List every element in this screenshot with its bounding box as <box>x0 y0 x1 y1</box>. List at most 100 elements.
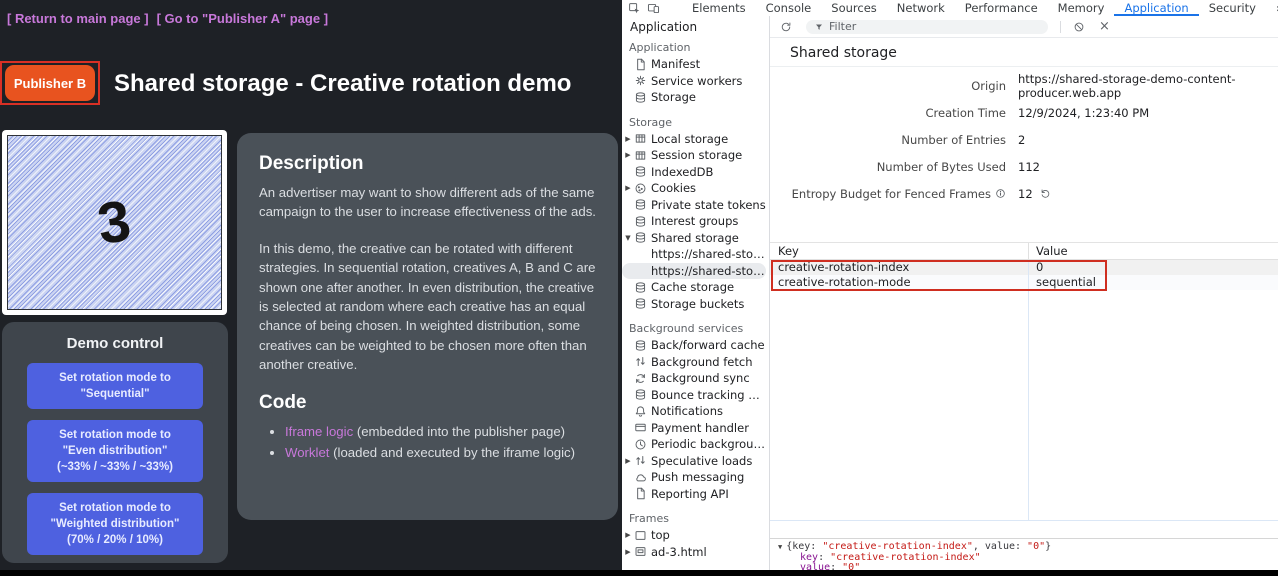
sidebar-item-periodic-background-s[interactable]: Periodic background s… <box>622 436 769 453</box>
demo-control-panel: Demo control Set rotation mode to"Sequen… <box>2 322 228 563</box>
chevron-right-icon[interactable]: ▶ <box>622 184 634 192</box>
meta-value-origin: https://shared-storage-demo-content-prod… <box>1018 72 1278 99</box>
device-toolbar-icon[interactable] <box>647 2 660 15</box>
column-header-value[interactable]: Value <box>1028 243 1278 260</box>
sidebar-item-reporting-api[interactable]: Reporting API <box>622 486 769 503</box>
preview-token: } <box>1045 541 1051 552</box>
tab-memory[interactable]: Memory <box>1048 0 1115 16</box>
chevron-right-icon[interactable]: ▶ <box>622 548 634 556</box>
code-item-text: (loaded and executed by the iframe logic… <box>329 445 575 460</box>
sidebar-item-local-storage[interactable]: ▶Local storage <box>622 131 769 148</box>
demo-control-title: Demo control <box>2 335 228 352</box>
devtools-main-panel: Filter × Shared storage Originhttps://sh… <box>770 16 1278 570</box>
expand-triangle-icon[interactable]: ▼ <box>778 543 782 551</box>
key-value-grid: Key Value creative-rotation-index0creati… <box>770 242 1278 521</box>
tab-elements[interactable]: Elements <box>682 0 756 16</box>
sidebar-item-cookies[interactable]: ▶Cookies <box>622 180 769 197</box>
publisher-badge[interactable]: Publisher B <box>5 65 95 101</box>
chevron-down-icon[interactable]: ▼ <box>622 234 634 242</box>
sidebar-item-speculative-loads[interactable]: ▶ Speculative loads <box>622 453 769 470</box>
column-header-key[interactable]: Key <box>770 243 1028 260</box>
tab-sources[interactable]: Sources <box>821 0 887 16</box>
tab-security[interactable]: Security <box>1199 0 1266 16</box>
sidebar-item-label: Service workers <box>651 74 742 88</box>
publisher-page: [ Return to main page ] [ Go to "Publishe… <box>0 0 622 570</box>
sidebar-item-label: Shared storage <box>651 231 739 245</box>
filter-input[interactable]: Filter <box>806 20 1048 34</box>
sidebar-item-session-storage[interactable]: ▶Session storage <box>622 147 769 164</box>
sidebar-item-storage[interactable]: Storage <box>622 89 769 106</box>
preview-entries: key: "creative-rotation-index"value: "0" <box>778 553 1278 571</box>
info-icon[interactable] <box>995 188 1006 199</box>
meta-value-number-of-bytes-used: 112 <box>1018 153 1278 180</box>
sidebar-item-ad-3-html[interactable]: ▶ad-3.html <box>622 544 769 561</box>
sidebar-item-bounce-tracking-mitiga[interactable]: Bounce tracking mitiga… <box>622 387 769 404</box>
preview-entry-value: "0" <box>842 562 860 570</box>
meta-label-text: Entropy Budget for Fenced Frames <box>792 187 991 201</box>
meta-label-number-of-entries: Number of Entries <box>770 126 1006 153</box>
rotation-mode-button-2[interactable]: Set rotation mode to"Even distribution"(… <box>27 420 203 482</box>
sidebar-item-manifest[interactable]: Manifest <box>622 56 769 73</box>
inspect-icon[interactable] <box>628 2 641 15</box>
ad-creative-frame: 3 <box>2 130 227 315</box>
rotation-mode-button-1[interactable]: Set rotation mode to"Sequential" <box>27 363 203 409</box>
page-title: Shared storage - Creative rotation demo <box>114 70 571 98</box>
meta-value-text: 12 <box>1018 187 1033 201</box>
sidebar-item-label: https://shared-storage-d… <box>651 247 769 261</box>
sidebar-item-shared-storage[interactable]: ▼ Shared storage <box>622 230 769 247</box>
sidebar-item-https-shared-storage-d[interactable]: https://shared-storage-d… <box>622 263 766 280</box>
preview-token: "0" <box>1027 541 1045 552</box>
chevron-right-icon[interactable]: ▶ <box>622 151 634 159</box>
nav-link-return-to-main-page[interactable]: [ Return to main page ] <box>7 11 149 26</box>
sidebar-item-service-workers[interactable]: Service workers <box>622 73 769 90</box>
chevron-right-icon[interactable]: ▶ <box>622 531 634 539</box>
sidebar-item-back-forward-cache[interactable]: Back/forward cache <box>622 337 769 354</box>
tab-console[interactable]: Console <box>756 0 822 16</box>
creative-number: 3 <box>94 187 135 258</box>
table-row[interactable]: creative-rotation-index0 <box>770 260 1278 275</box>
delete-icon[interactable]: × <box>1099 19 1110 35</box>
iframe-logic-link[interactable]: Iframe logic <box>285 424 353 439</box>
sidebar-item-label: Speculative loads <box>651 454 752 468</box>
sidebar-item-top[interactable]: ▶top <box>622 527 769 544</box>
reset-budget-icon[interactable] <box>1040 188 1051 199</box>
nav-links: [ Return to main page ] [ Go to "Publishe… <box>7 11 336 26</box>
sidebar-item-private-state-tokens[interactable]: Private state tokens <box>622 197 769 214</box>
tab-more[interactable]: » <box>1266 0 1278 16</box>
preview-colon: : <box>818 552 830 563</box>
worklet-link[interactable]: Worklet <box>285 445 329 460</box>
preview-colon: : <box>830 562 842 570</box>
meta-label-creation-time: Creation Time <box>770 99 1006 126</box>
sidebar-item-cache-storage[interactable]: Cache storage <box>622 279 769 296</box>
devtools-body: Application ApplicationManifestService w… <box>622 16 1278 570</box>
demo-buttons: Set rotation mode to"Sequential" Set rota… <box>2 363 228 555</box>
sidebar-item-payment-handler[interactable]: Payment handler <box>622 420 769 437</box>
sidebar-item-https-shared-storage-d[interactable]: https://shared-storage-d… <box>622 246 769 263</box>
sidebar-item-background-fetch[interactable]: Background fetch <box>622 354 769 371</box>
code-item: Iframe logic (embedded into the publishe… <box>285 422 596 442</box>
sidebar-item-background-sync[interactable]: Background sync <box>622 370 769 387</box>
tab-network[interactable]: Network <box>887 0 955 16</box>
sidebar-item-indexeddb[interactable]: IndexedDB <box>622 164 769 181</box>
grid-header: Key Value <box>770 243 1278 260</box>
devtools-tabs: ElementsConsoleSourcesNetworkPerformance… <box>682 0 1278 16</box>
table-row[interactable]: creative-rotation-modesequential <box>770 275 1278 290</box>
sidebar-item-notifications[interactable]: Notifications <box>622 403 769 420</box>
meta-label-origin: Origin <box>770 72 1006 99</box>
sidebar-item-push-messaging[interactable]: Push messaging <box>622 469 769 486</box>
tab-application[interactable]: Application <box>1114 0 1198 16</box>
refresh-icon[interactable] <box>780 21 792 33</box>
bell-icon <box>634 405 651 418</box>
rotation-mode-button-3[interactable]: Set rotation mode to"Weighted distributi… <box>27 493 203 555</box>
nav-link-go-to-publisher-a-page[interactable]: [ Go to "Publisher A" page ] <box>157 11 328 26</box>
chevron-right-icon[interactable]: ▶ <box>622 135 634 143</box>
preview-entry-name: key <box>800 552 818 563</box>
sidebar-item-interest-groups[interactable]: Interest groups <box>622 213 769 230</box>
clear-all-icon[interactable] <box>1073 21 1085 33</box>
tab-performance[interactable]: Performance <box>955 0 1048 16</box>
sidebar-section-frames: Frames <box>622 511 769 527</box>
sidebar-item-storage-buckets[interactable]: Storage buckets <box>622 296 769 313</box>
grid-filler <box>770 290 1278 521</box>
ad-creative: 3 <box>7 135 222 310</box>
chevron-right-icon[interactable]: ▶ <box>622 457 634 465</box>
